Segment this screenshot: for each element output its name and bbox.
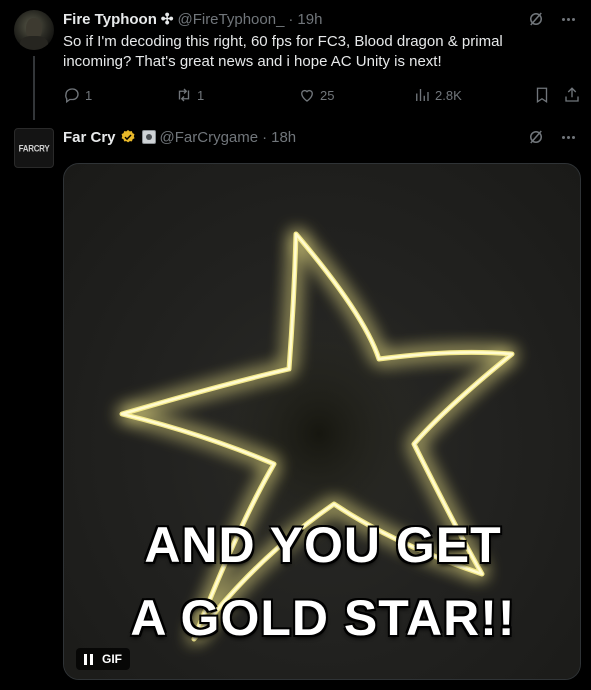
main-tweet[interactable]: FARCRY Far Cry @FarCrygame · 18h AND YOU… — [0, 118, 591, 690]
gif-caption-line-1: AND YOU GET — [144, 517, 502, 573]
display-name[interactable]: Fire Typhoon — [63, 11, 157, 28]
gif-label: GIF — [102, 652, 122, 666]
timestamp[interactable]: 18h — [271, 129, 296, 146]
name-symbol: ✣ — [160, 11, 174, 28]
pause-icon[interactable] — [84, 653, 94, 665]
reply-tweet[interactable]: Fire Typhoon ✣ @FireTyphoon_ · 19h So if… — [0, 0, 591, 120]
user-handle[interactable]: @FarCrygame — [160, 129, 259, 146]
repost-count: 1 — [197, 87, 205, 103]
bookmark-icon — [536, 87, 548, 104]
verified-badge-icon[interactable] — [120, 129, 136, 145]
repost-icon — [178, 88, 190, 102]
thread-line — [33, 56, 35, 120]
avatar-logo-text: FARCRY — [18, 142, 50, 154]
views-button[interactable]: 2.8K — [413, 84, 462, 106]
avatar[interactable]: FARCRY — [14, 128, 54, 168]
tweet-header: Far Cry @FarCrygame · 18h — [63, 127, 296, 147]
share-icon — [565, 87, 579, 102]
more-icon[interactable] — [559, 128, 577, 146]
reply-count: 1 — [85, 87, 93, 103]
tweet-text: So if I'm decoding this right, 60 fps fo… — [63, 33, 503, 70]
bookmark-button[interactable] — [533, 84, 551, 106]
grok-icon[interactable] — [527, 128, 545, 146]
separator-dot: · — [262, 128, 268, 146]
more-icon[interactable] — [559, 10, 577, 28]
timestamp[interactable]: 19h — [297, 11, 322, 28]
gif-badge[interactable]: GIF — [76, 648, 130, 670]
like-icon — [301, 89, 313, 102]
grok-icon[interactable] — [527, 10, 545, 28]
user-handle[interactable]: @FireTyphoon_ — [177, 11, 284, 28]
tweet-header: Fire Typhoon ✣ @FireTyphoon_ · 19h — [63, 9, 322, 29]
display-name[interactable]: Far Cry — [63, 129, 116, 146]
like-button[interactable]: 25 — [298, 84, 334, 106]
views-count: 2.8K — [435, 87, 462, 103]
views-icon — [416, 89, 429, 101]
gif-media[interactable]: AND YOU GET A GOLD STAR!! GIF — [63, 163, 581, 680]
affiliate-badge-icon[interactable] — [141, 130, 156, 144]
share-button[interactable] — [563, 84, 581, 106]
repost-button[interactable]: 1 — [175, 84, 204, 106]
tweet-top-icons — [527, 10, 577, 28]
tweet-actions: 1 1 25 2.8K — [63, 84, 583, 106]
like-count: 25 — [320, 87, 335, 103]
reply-button[interactable]: 1 — [63, 84, 92, 106]
tweet-top-icons — [527, 128, 577, 146]
avatar-body — [20, 36, 48, 50]
gif-caption-line-2: A GOLD STAR!! — [130, 590, 516, 646]
separator-dot: · — [288, 10, 294, 28]
reply-icon — [65, 88, 79, 104]
avatar[interactable] — [14, 10, 54, 50]
